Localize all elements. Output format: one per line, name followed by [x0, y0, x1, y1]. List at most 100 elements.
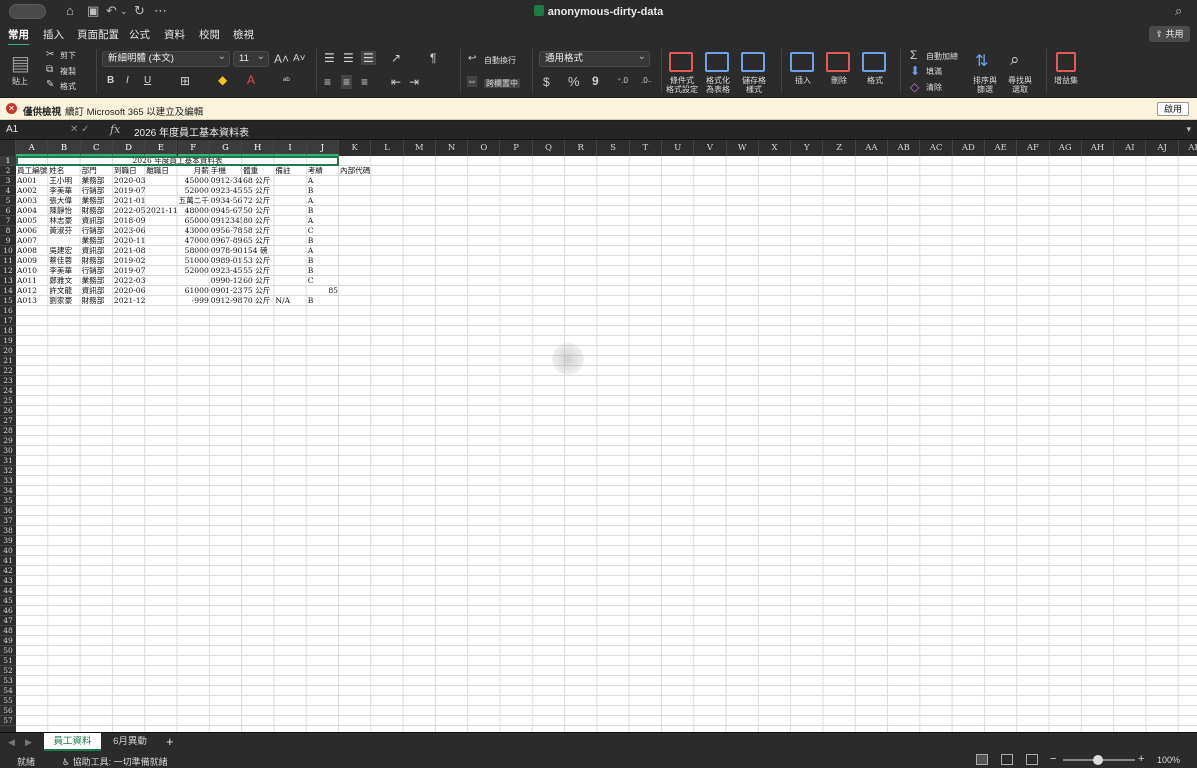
column-header[interactable]: F	[177, 140, 210, 156]
cell[interactable]: 資訊部	[81, 286, 113, 296]
cell[interactable]: 業務部	[81, 276, 113, 286]
row-header[interactable]: 51	[0, 656, 16, 666]
row-header[interactable]: 26	[0, 406, 16, 416]
column-header[interactable]: AI	[1114, 140, 1147, 156]
column-header[interactable]: C	[80, 140, 113, 156]
zoom-in-button[interactable]: +	[1138, 753, 1144, 765]
format-cells-icon[interactable]	[862, 52, 886, 72]
row-header[interactable]: 30	[0, 446, 16, 456]
autosum-icon[interactable]: Σ	[910, 48, 917, 62]
cell[interactable]: C	[307, 276, 339, 286]
cell[interactable]: 65000	[178, 216, 210, 226]
search-icon[interactable]: ⌕	[1175, 3, 1182, 19]
cell[interactable]: N/A	[274, 296, 306, 306]
cell[interactable]: 09123456	[210, 216, 242, 226]
row-header[interactable]: 32	[0, 466, 16, 476]
row-header[interactable]: 35	[0, 496, 16, 506]
cell[interactable]: -999	[178, 296, 210, 306]
cell[interactable]: 2021-12-01	[113, 296, 145, 306]
clear-label[interactable]: 清除	[926, 83, 942, 92]
cell[interactable]: 財務部	[81, 296, 113, 306]
close-icon[interactable]: ✕	[6, 103, 17, 114]
clear-icon[interactable]: ◇	[910, 80, 919, 94]
cell[interactable]: 45000	[178, 176, 210, 186]
align-left-icon[interactable]: ≡	[324, 75, 331, 89]
cell[interactable]: 陳靜怡	[48, 206, 80, 216]
copy-label[interactable]: 複製	[60, 67, 76, 76]
cell[interactable]: 行銷部	[81, 186, 113, 196]
row-header[interactable]: 37	[0, 516, 16, 526]
cell[interactable]: 58 公斤	[242, 226, 274, 236]
cell[interactable]: 內部代碼	[339, 166, 378, 176]
row-header[interactable]: 6	[0, 206, 16, 216]
fill-color-icon[interactable]: ◆	[218, 73, 227, 87]
column-header[interactable]: B	[48, 140, 81, 156]
autosum-label[interactable]: 自動加總	[926, 52, 958, 61]
cell[interactable]: 林志豪	[48, 216, 80, 226]
paste-label[interactable]: 貼上	[12, 77, 28, 86]
cell[interactable]: 五萬二千	[178, 196, 210, 206]
row-header[interactable]: 55	[0, 696, 16, 706]
italic-button[interactable]: I	[126, 75, 129, 86]
increase-decimal-icon[interactable]: ⁺.0	[617, 76, 628, 85]
row-header[interactable]: 48	[0, 626, 16, 636]
sheet-tab-june-changes[interactable]: 6月異動	[104, 733, 156, 751]
cell[interactable]: 2019-07-15	[113, 186, 145, 196]
row-header[interactable]: 42	[0, 566, 16, 576]
row-header[interactable]: 19	[0, 336, 16, 346]
cell[interactable]: 部門	[81, 166, 113, 176]
zoom-out-button[interactable]: −	[1050, 753, 1056, 765]
cell[interactable]: 0978-901-	[210, 246, 242, 256]
cell[interactable]: 65 公斤	[242, 236, 274, 246]
column-header[interactable]: AH	[1082, 140, 1115, 156]
sort-filter-label[interactable]: 排序與 篩選	[970, 76, 1000, 94]
row-header[interactable]: 18	[0, 326, 16, 336]
addins-label[interactable]: 增益集	[1051, 76, 1081, 85]
cell[interactable]: B	[307, 236, 339, 246]
currency-button[interactable]: $	[543, 75, 550, 89]
cell[interactable]: 李美華	[48, 186, 80, 196]
cell[interactable]: 0912-987-	[210, 296, 242, 306]
column-header[interactable]: M	[404, 140, 436, 156]
cut-label[interactable]: 剪下	[60, 51, 76, 60]
cell[interactable]: 業務部	[81, 236, 113, 246]
cell[interactable]: 王小明	[48, 176, 80, 186]
cell[interactable]: 資訊部	[81, 246, 113, 256]
column-header[interactable]: AG	[1050, 140, 1082, 156]
tab-home[interactable]: 常用	[8, 27, 29, 46]
row-header[interactable]: 21	[0, 356, 16, 366]
cell[interactable]: 張大偉	[48, 196, 80, 206]
cell[interactable]: 月薪	[178, 166, 210, 176]
wrap-text-icon[interactable]: ↩	[468, 53, 476, 64]
cell[interactable]: 0956-789	[210, 226, 242, 236]
cell[interactable]: 離職日	[145, 166, 177, 176]
cell[interactable]: B	[307, 186, 339, 196]
tab-data[interactable]: 資料	[164, 27, 185, 42]
bold-button[interactable]: B	[107, 75, 114, 86]
page-layout-view-icon[interactable]	[1001, 754, 1013, 765]
row-header[interactable]: 20	[0, 346, 16, 356]
format-cells-label[interactable]: 格式	[860, 76, 890, 85]
prev-sheet-icon[interactable]: ◀	[8, 737, 15, 748]
cell[interactable]: 2019-02-25	[113, 256, 145, 266]
cell[interactable]: 許文龍	[48, 286, 80, 296]
wrap-text-button[interactable]: 自動換行	[484, 56, 516, 65]
tab-insert[interactable]: 插入	[43, 27, 64, 42]
column-header[interactable]: AF	[1017, 140, 1050, 156]
enable-button[interactable]: 啟用	[1157, 102, 1189, 116]
column-header[interactable]: AK	[1179, 140, 1197, 156]
orientation-icon[interactable]: ↗	[391, 51, 401, 65]
cell[interactable]: A001	[16, 176, 48, 186]
cell[interactable]: 財務部	[81, 206, 113, 216]
row-header[interactable]: 11	[0, 256, 16, 266]
normal-view-icon[interactable]	[976, 754, 988, 765]
text-direction-icon[interactable]: ¶	[430, 51, 436, 65]
cell[interactable]: 0923-456-	[210, 186, 242, 196]
fill-icon[interactable]: ⬇	[910, 64, 920, 78]
cell[interactable]: 80 公斤	[242, 216, 274, 226]
cell[interactable]: 47000	[178, 236, 210, 246]
cell[interactable]: 手機	[210, 166, 242, 176]
next-sheet-icon[interactable]: ▶	[25, 737, 32, 748]
row-header[interactable]: 40	[0, 546, 16, 556]
row-header[interactable]: 47	[0, 616, 16, 626]
